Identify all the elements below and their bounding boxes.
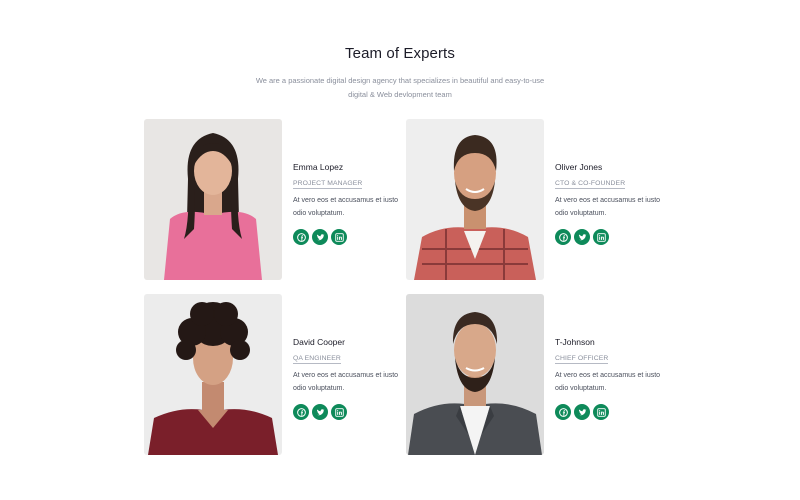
member-description: At vero eos et accusamus et iusto odio v… xyxy=(293,372,399,392)
team-card: Oliver Jones CTO & CO-FOUNDER At vero eo… xyxy=(406,119,736,280)
member-description: At vero eos et accusamus et iusto odio v… xyxy=(555,197,661,217)
linkedin-link[interactable] xyxy=(331,404,347,420)
linkedin-link[interactable] xyxy=(331,229,347,245)
facebook-icon xyxy=(558,407,568,417)
facebook-icon xyxy=(558,232,568,242)
member-role[interactable]: CTO & CO-FOUNDER xyxy=(555,180,626,189)
social-links xyxy=(555,229,725,245)
member-name: T-Johnson xyxy=(555,337,595,347)
twitter-link[interactable] xyxy=(312,404,328,420)
section-header: Team of Experts We are a passionate digi… xyxy=(0,45,800,102)
twitter-icon xyxy=(578,233,586,240)
member-role[interactable]: CHIEF OFFICER xyxy=(555,355,609,364)
member-photo xyxy=(406,294,544,455)
member-photo xyxy=(144,294,282,455)
twitter-icon xyxy=(578,408,586,415)
member-role[interactable]: QA ENGINEER xyxy=(293,355,341,364)
member-photo xyxy=(144,119,282,280)
linkedin-icon xyxy=(334,232,344,242)
twitter-icon xyxy=(316,408,324,415)
team-card: T-Johnson CHIEF OFFICER At vero eos et a… xyxy=(406,294,736,455)
section-subtitle: We are a passionate digital design agenc… xyxy=(255,76,545,99)
twitter-link[interactable] xyxy=(574,404,590,420)
member-name: Oliver Jones xyxy=(555,162,603,172)
twitter-link[interactable] xyxy=(312,229,328,245)
section-title: Team of Experts xyxy=(345,45,455,62)
member-photo xyxy=(406,119,544,280)
linkedin-icon xyxy=(596,407,606,417)
facebook-link[interactable] xyxy=(555,404,571,420)
facebook-icon xyxy=(296,232,306,242)
linkedin-icon xyxy=(596,232,606,242)
facebook-icon xyxy=(296,407,306,417)
linkedin-link[interactable] xyxy=(593,229,609,245)
social-links xyxy=(555,404,725,420)
member-info: Oliver Jones CTO & CO-FOUNDER At vero eo… xyxy=(555,162,725,245)
twitter-link[interactable] xyxy=(574,229,590,245)
twitter-icon xyxy=(316,233,324,240)
facebook-link[interactable] xyxy=(293,404,309,420)
member-description: At vero eos et accusamus et iusto odio v… xyxy=(555,372,661,392)
facebook-link[interactable] xyxy=(293,229,309,245)
linkedin-icon xyxy=(334,407,344,417)
linkedin-link[interactable] xyxy=(593,404,609,420)
facebook-link[interactable] xyxy=(555,229,571,245)
member-info: T-Johnson CHIEF OFFICER At vero eos et a… xyxy=(555,337,725,420)
member-description: At vero eos et accusamus et iusto odio v… xyxy=(293,197,399,217)
member-role[interactable]: PROJECT MANAGER xyxy=(293,180,363,189)
